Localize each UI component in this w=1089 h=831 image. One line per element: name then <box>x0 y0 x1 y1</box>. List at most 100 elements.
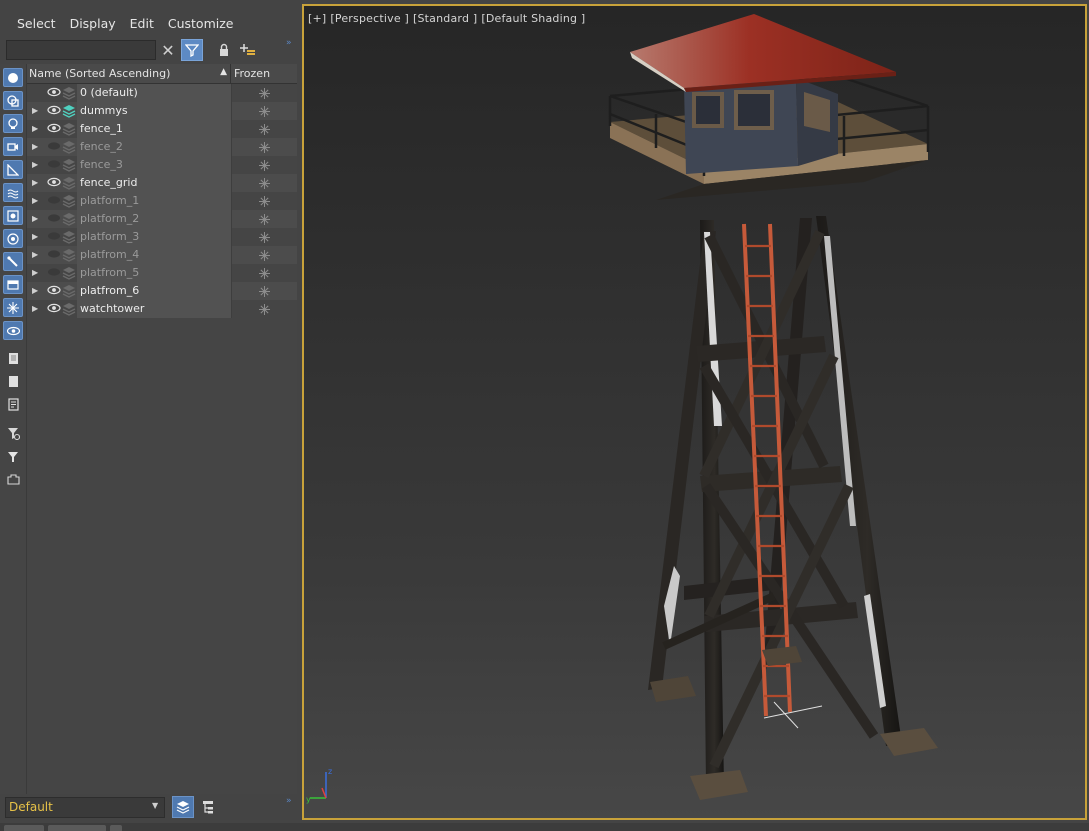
lights-filter-icon[interactable] <box>3 114 23 133</box>
layer-stack-icon[interactable] <box>62 86 76 100</box>
expand-arrow-icon[interactable]: ▶ <box>32 142 38 151</box>
table-row[interactable]: ▶ fence_3 <box>27 156 297 174</box>
layer-stack-icon[interactable] <box>62 266 76 280</box>
eye-hidden-icon[interactable] <box>47 212 61 224</box>
layer-stack-icon[interactable] <box>62 194 76 208</box>
more-chevron-icon[interactable]: » <box>286 796 291 806</box>
current-layer-dropdown[interactable]: Default <box>5 797 165 818</box>
layer-name[interactable]: watchtower <box>80 302 144 315</box>
strip-tab[interactable] <box>48 825 106 831</box>
menu-customize[interactable]: Customize <box>161 16 241 31</box>
layer-name[interactable]: fence_1 <box>80 122 123 135</box>
frozen-toggle[interactable] <box>231 84 297 102</box>
menu-edit[interactable]: Edit <box>123 16 161 31</box>
expand-arrow-icon[interactable]: ▶ <box>32 250 38 259</box>
frozen-toggle[interactable] <box>231 174 297 192</box>
expand-arrow-icon[interactable]: ▶ <box>32 286 38 295</box>
filter-settings-icon[interactable] <box>3 424 23 443</box>
eye-hidden-icon[interactable] <box>47 248 61 260</box>
layer-stack-icon[interactable] <box>62 140 76 154</box>
eye-hidden-icon[interactable] <box>47 158 61 170</box>
table-row[interactable]: ▶ platfrom_4 <box>27 246 297 264</box>
expand-arrow-icon[interactable]: ▶ <box>32 268 38 277</box>
xrefs-filter-icon[interactable] <box>3 229 23 248</box>
menu-select[interactable]: Select <box>10 16 63 31</box>
expand-arrow-icon[interactable]: ▶ <box>32 232 38 241</box>
add-layer-icon[interactable] <box>237 39 259 61</box>
close-icon[interactable]: ✕ <box>157 39 179 61</box>
layer-name[interactable]: dummys <box>80 104 128 117</box>
lock-icon[interactable] <box>213 39 235 61</box>
table-row[interactable]: ▶ fence_2 <box>27 138 297 156</box>
filter-icon[interactable] <box>181 39 203 61</box>
geometry-filter-icon[interactable] <box>3 68 23 87</box>
shapes-filter-icon[interactable] <box>3 91 23 110</box>
dropdown-arrow-icon[interactable]: ▼ <box>152 801 158 810</box>
layer-name[interactable]: fence_grid <box>80 176 137 189</box>
layer-name[interactable]: platfrom_4 <box>80 248 139 261</box>
table-row[interactable]: ▶ fence_grid <box>27 174 297 192</box>
groups-filter-icon[interactable] <box>3 206 23 225</box>
layer-name[interactable]: fence_2 <box>80 140 123 153</box>
document-icon[interactable] <box>3 349 23 368</box>
table-row[interactable]: ▶ platform_2 <box>27 210 297 228</box>
layer-name[interactable]: fence_3 <box>80 158 123 171</box>
layer-stack-icon[interactable] <box>62 158 76 172</box>
table-row[interactable]: ▶ platfrom_5 <box>27 264 297 282</box>
table-row[interactable]: ▶ fence_1 <box>27 120 297 138</box>
expand-arrow-icon[interactable]: ▶ <box>32 304 38 313</box>
layer-stack-icon[interactable] <box>62 104 76 118</box>
layer-name[interactable]: platfrom_5 <box>80 266 139 279</box>
frozen-toggle[interactable] <box>231 246 297 264</box>
eye-hidden-icon[interactable] <box>47 194 61 206</box>
layer-stack-icon[interactable] <box>62 284 76 298</box>
eye-hidden-icon[interactable] <box>47 140 61 152</box>
eye-icon[interactable] <box>47 302 61 314</box>
expand-arrow-icon[interactable]: ▶ <box>32 214 38 223</box>
list-page-icon[interactable] <box>3 395 23 414</box>
expand-arrow-icon[interactable]: ▶ <box>32 178 38 187</box>
frozen-toggle[interactable] <box>231 210 297 228</box>
frozen-toggle[interactable] <box>231 264 297 282</box>
table-row[interactable]: ▶ platform_3 <box>27 228 297 246</box>
frozen-toggle[interactable] <box>231 102 297 120</box>
frozen-toggle[interactable] <box>231 192 297 210</box>
expand-arrow-icon[interactable]: ▶ <box>32 124 38 133</box>
blank-page-icon[interactable] <box>3 372 23 391</box>
eye-icon[interactable] <box>47 122 61 134</box>
hidden-filter-icon[interactable] <box>3 321 23 340</box>
filter-funnel-icon[interactable] <box>3 447 23 466</box>
frozen-toggle[interactable] <box>231 120 297 138</box>
bones-filter-icon[interactable] <box>3 252 23 271</box>
table-row[interactable]: ▶ watchtower <box>27 300 297 318</box>
layers-icon[interactable] <box>172 796 194 818</box>
search-input[interactable] <box>6 40 156 60</box>
layer-stack-icon[interactable] <box>62 212 76 226</box>
table-row[interactable]: ▶ platform_1 <box>27 192 297 210</box>
strip-tab[interactable] <box>110 825 122 831</box>
layer-stack-icon[interactable] <box>62 302 76 316</box>
table-row[interactable]: ▶ dummys <box>27 102 297 120</box>
layer-stack-icon[interactable] <box>62 176 76 190</box>
eye-icon[interactable] <box>47 284 61 296</box>
eye-hidden-icon[interactable] <box>47 230 61 242</box>
layer-name[interactable]: platform_2 <box>80 212 139 225</box>
frozen-toggle[interactable] <box>231 228 297 246</box>
more-chevron-icon[interactable]: » <box>286 38 291 48</box>
containers-filter-icon[interactable] <box>3 275 23 294</box>
layer-name[interactable]: platform_3 <box>80 230 139 243</box>
column-frozen-header[interactable]: Frozen <box>231 64 297 83</box>
frozen-toggle[interactable] <box>231 300 297 318</box>
layer-name[interactable]: platfrom_6 <box>80 284 139 297</box>
strip-tab[interactable] <box>4 825 44 831</box>
frozen-filter-icon[interactable] <box>3 298 23 317</box>
eye-hidden-icon[interactable] <box>47 266 61 278</box>
helpers-filter-icon[interactable] <box>3 160 23 179</box>
frozen-toggle[interactable] <box>231 138 297 156</box>
menu-display[interactable]: Display <box>63 16 123 31</box>
layer-stack-icon[interactable] <box>62 122 76 136</box>
eye-icon[interactable] <box>47 104 61 116</box>
layer-stack-icon[interactable] <box>62 248 76 262</box>
selection-set-icon[interactable] <box>3 470 23 489</box>
expand-arrow-icon[interactable]: ▶ <box>32 160 38 169</box>
